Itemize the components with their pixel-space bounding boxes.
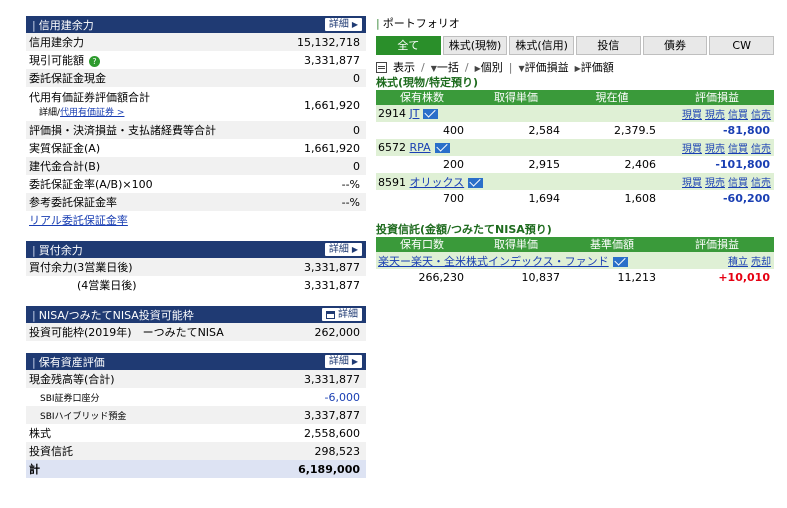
- margin-sell-link[interactable]: 信売: [751, 140, 771, 155]
- fund-sell-link[interactable]: 売却: [751, 253, 771, 268]
- fund-data-row: 266,230 10,837 11,213 +10,010: [376, 269, 774, 286]
- portfolio-title: ポートフォリオ: [376, 16, 774, 32]
- stock-actions: 現買 現売 信買 信売: [682, 140, 774, 155]
- assets-detail-button[interactable]: 詳細 ▶: [324, 355, 362, 368]
- tab-cw[interactable]: CW: [709, 36, 775, 55]
- cash-sell-link[interactable]: 現売: [705, 106, 725, 121]
- stock-data-row: 700 1,694 1,608 -60,200: [376, 190, 774, 207]
- asset-row: SBIハイブリッド預金 3,337,877: [26, 406, 366, 424]
- cash-buy-link[interactable]: 現買: [682, 140, 702, 155]
- real-margin-rate-link[interactable]: リアル委託保証金率: [29, 212, 128, 228]
- chevron-right-icon: ▶: [351, 245, 358, 254]
- credit-row: 参考委託保証金率 --%: [26, 193, 366, 211]
- asset-total-row: 計 6,189,000: [26, 460, 366, 478]
- nisa-title: NISA/つみたてNISA投資可能枠: [32, 307, 322, 323]
- buying-power-rows: 買付余力(3営業日後) 3,331,877 (4営業日後) 3,331,877: [26, 258, 366, 294]
- window-icon: [326, 310, 335, 319]
- view-options: 表示 / ▼一括 / ▶個別 | ▼評価損益 ▶評価額: [376, 60, 774, 74]
- assets-rows: 現金残高等(合計) 3,331,877 SBI証券口座分 -6,000 SBIハイブ…: [26, 370, 366, 478]
- chevron-right-icon: ▶: [351, 357, 358, 366]
- help-icon[interactable]: ?: [89, 55, 100, 67]
- nisa-rows: 投資可能枠(2019年) ーつみたてNISA 262,000: [26, 323, 366, 341]
- buying-power-detail-button[interactable]: 詳細 ▶: [324, 243, 362, 256]
- cash-sell-link[interactable]: 現売: [705, 174, 725, 189]
- buying-power-header: 買付余力 詳細▶: [26, 241, 366, 258]
- credit-row: 信用建余力 15,132,718: [26, 33, 366, 51]
- nisa-header: NISA/つみたてNISA投資可能枠 詳細: [26, 306, 366, 323]
- assets-header: 保有資産評価 詳細▶: [26, 353, 366, 370]
- portfolio-tabs: 全て 株式(現物) 株式(信用) 投信 債券 CW: [376, 36, 775, 55]
- asset-row: 現金残高等(合計) 3,331,877: [26, 370, 366, 388]
- funds-table-header: 保有口数 取得単価 基準価額 評価損益: [376, 237, 774, 252]
- cash-buy-link[interactable]: 現買: [682, 106, 702, 121]
- account-summary-panel: 信用建余力 詳細▶ 信用建余力15,132,718 現引可能額?3,331,87…: [26, 16, 366, 478]
- mail-icon[interactable]: [612, 256, 628, 267]
- margin-buy-link[interactable]: 信買: [728, 174, 748, 189]
- margin-buy-link[interactable]: 信買: [728, 106, 748, 121]
- credit-row: 建代金合計(B) 0: [26, 157, 366, 175]
- mail-icon[interactable]: [423, 109, 439, 119]
- credit-row: 代用有価証券評価額合計 詳細/代用有価証券 > 1,661,920: [29, 91, 360, 118]
- stock-name-row: 6572 RPA 現買 現売 信買 信売: [376, 139, 774, 156]
- list-icon: [376, 61, 387, 73]
- stock-data-row: 200 2,915 2,406 -101,800: [376, 156, 774, 173]
- credit-row: リアル委託保証金率: [26, 211, 366, 229]
- cash-sell-link[interactable]: 現売: [705, 140, 725, 155]
- margin-sell-link[interactable]: 信売: [751, 174, 771, 189]
- nisa-row: 投資可能枠(2019年) ーつみたてNISA 262,000: [26, 323, 366, 341]
- nisa-detail-button[interactable]: 詳細: [322, 308, 362, 321]
- stock-name-row: 2914 JT 現買 現売 信買 信売: [376, 105, 774, 122]
- credit-row: 委託保証金現金 0: [26, 69, 366, 87]
- credit-rows: 信用建余力 15,132,718 現引可能額? 3,331,877 委託保証金現金 0…: [26, 33, 366, 229]
- mail-icon[interactable]: [434, 143, 450, 153]
- margin-buy-link[interactable]: 信買: [728, 140, 748, 155]
- stock-actions: 現買 現売 信買 信売: [682, 106, 774, 121]
- margin-sell-link[interactable]: 信売: [751, 106, 771, 121]
- credit-capacity-header: 信用建余力 詳細▶: [26, 16, 366, 33]
- stocks-table-header: 保有株数 取得単価 現在値 評価損益: [376, 90, 774, 105]
- chevron-right-icon: ▶: [351, 20, 358, 29]
- fund-name-row: 楽天ー楽天・全米株式インデックス・ファンド 積立 売却: [376, 252, 774, 269]
- asset-row: 投資信託 298,523: [26, 442, 366, 460]
- fund-accumulate-link[interactable]: 積立: [728, 253, 748, 268]
- portfolio-panel: ポートフォリオ 全て 株式(現物) 株式(信用) 投信 債券 CW 表示 / ▼…: [376, 16, 775, 286]
- tab-funds[interactable]: 投信: [576, 36, 641, 55]
- tab-all[interactable]: 全て: [376, 36, 441, 55]
- fund-actions: 積立 売却: [728, 253, 774, 268]
- stock-data-row: 400 2,584 2,379.5 -81,800: [376, 122, 774, 139]
- view-display-label: 表示: [393, 61, 415, 74]
- asset-row: SBI証券口座分 -6,000: [40, 390, 360, 404]
- credit-detail-button[interactable]: 詳細 ▶: [324, 18, 362, 31]
- stock-link[interactable]: オリックス: [410, 176, 465, 189]
- cash-buy-link[interactable]: 現買: [682, 174, 702, 189]
- tab-bonds[interactable]: 債券: [642, 36, 708, 55]
- buying-power-row: (4営業日後) 3,331,877: [77, 278, 360, 293]
- view-all-toggle[interactable]: ▼一括: [431, 59, 459, 75]
- credit-capacity-title: 信用建余力: [32, 17, 325, 33]
- stock-link[interactable]: JT: [410, 107, 420, 120]
- view-pnl-toggle[interactable]: ▼評価損益: [518, 59, 568, 75]
- mail-icon[interactable]: [468, 177, 484, 188]
- stocks-section-title: 株式(現物/特定預り): [376, 76, 479, 89]
- credit-row: 現引可能額? 3,331,877: [29, 53, 360, 68]
- stock-actions: 現買 現売 信買 信売: [682, 174, 774, 189]
- stock-name-row: 8591 オリックス 現買 現売 信買 信売: [376, 173, 774, 190]
- view-val-toggle[interactable]: ▶評価額: [575, 59, 614, 75]
- assets-title: 保有資産評価: [32, 354, 325, 370]
- credit-row: 実質保証金(A) 1,661,920: [29, 141, 360, 156]
- buying-power-row: 買付余力(3営業日後) 3,331,877: [26, 258, 366, 276]
- view-each-toggle[interactable]: ▶個別: [475, 59, 503, 75]
- tab-stock-margin[interactable]: 株式(信用): [509, 36, 575, 55]
- tab-stock-cash[interactable]: 株式(現物): [442, 36, 508, 55]
- credit-row: 委託保証金率(A/B)×100 --%: [29, 177, 360, 192]
- fund-link[interactable]: 楽天ー楽天・全米株式インデックス・ファンド: [378, 255, 609, 268]
- buying-power-title: 買付余力: [32, 242, 325, 258]
- credit-row: 評価損・決済損益・支払諸経費等合計 0: [26, 121, 366, 139]
- stock-link[interactable]: RPA: [410, 141, 431, 154]
- collateral-securities-link[interactable]: 代用有価証券 >: [60, 108, 124, 118]
- asset-row: 株式 2,558,600: [29, 426, 360, 441]
- funds-section-title: 投資信託(金額/つみたてNISA預り): [376, 223, 552, 236]
